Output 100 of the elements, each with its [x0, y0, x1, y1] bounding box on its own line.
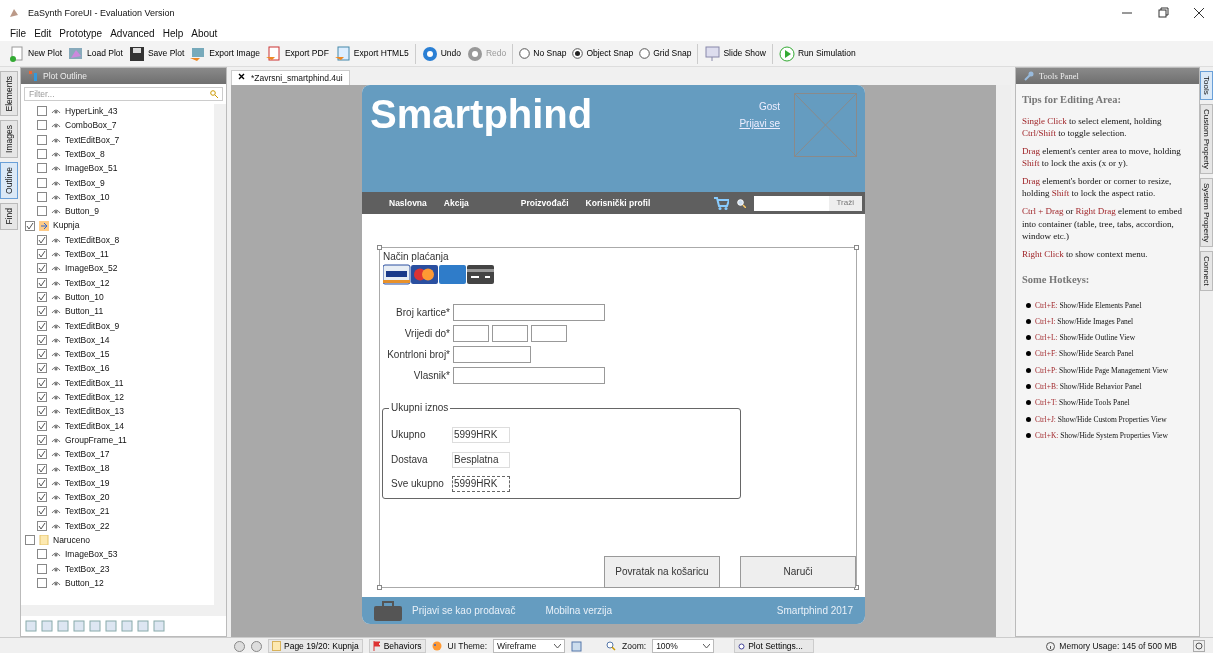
checked-checkbox[interactable] — [37, 334, 47, 345]
search-icon[interactable] — [736, 198, 746, 208]
tree-item[interactable]: TextBox_15 — [65, 349, 110, 360]
tree-item[interactable]: TextBox_23 — [65, 563, 110, 574]
checkbox[interactable] — [37, 191, 47, 202]
tree-item[interactable]: TextBox_12 — [65, 277, 110, 288]
tree-item[interactable]: TextEditBox_8 — [65, 234, 120, 245]
checked-checkbox[interactable] — [37, 392, 47, 403]
mockup-button[interactable]: Naruči — [740, 556, 856, 588]
checkbox[interactable] — [37, 149, 47, 160]
next-icon[interactable] — [251, 640, 262, 652]
side-tab[interactable]: Find — [0, 203, 18, 230]
checkbox[interactable] — [37, 120, 47, 131]
toolbar-button[interactable]: Run Simulation — [775, 45, 859, 62]
nav-link[interactable]: Naslovna — [389, 197, 427, 209]
checkbox[interactable] — [37, 577, 47, 588]
tree-item[interactable]: TextEditBox_9 — [65, 320, 120, 331]
side-tab[interactable]: Images — [0, 120, 18, 159]
checkbox[interactable] — [37, 134, 47, 145]
nav-link[interactable]: Korisnički profil — [585, 197, 651, 209]
toolbar-button[interactable]: Undo — [418, 45, 464, 62]
resize-handle[interactable] — [377, 585, 382, 590]
input-field[interactable] — [531, 325, 567, 342]
tree-item[interactable]: TextBox_20 — [65, 492, 110, 503]
close-icon[interactable] — [238, 72, 245, 80]
checkbox[interactable] — [37, 163, 47, 174]
side-tab[interactable]: System Property — [1200, 177, 1213, 247]
checked-checkbox[interactable] — [37, 349, 47, 360]
checked-checkbox[interactable] — [37, 406, 47, 417]
checkbox[interactable] — [37, 106, 47, 117]
side-tab[interactable]: Connect — [1200, 250, 1213, 291]
side-tab[interactable]: Elements — [0, 71, 18, 117]
tree-item[interactable]: TextEditBox_11 — [65, 377, 124, 388]
tree-item[interactable]: Button_12 — [65, 577, 104, 589]
checked-checkbox[interactable] — [37, 477, 47, 488]
checked-checkbox[interactable] — [37, 449, 47, 460]
tree-item[interactable]: TextEditBox_13 — [65, 406, 125, 417]
side-tab[interactable]: Outline — [0, 162, 18, 200]
tree-item[interactable]: TextBox_14 — [65, 334, 110, 345]
tree-item[interactable]: TextBox_17 — [65, 449, 110, 460]
close-icon[interactable] — [1193, 7, 1205, 19]
checkbox[interactable] — [37, 177, 47, 188]
plot-settings-button[interactable]: Plot Settings... — [734, 639, 815, 653]
toolbar-button[interactable]: New Plot — [6, 45, 65, 62]
maximize-icon[interactable] — [1157, 7, 1169, 19]
checked-checkbox[interactable] — [37, 520, 47, 531]
tree-item[interactable]: TextEditBox_7 — [65, 134, 120, 145]
tool-icon[interactable] — [571, 640, 583, 652]
tree-item[interactable]: Naruceno — [53, 534, 90, 546]
toolbar-button[interactable]: Export PDF — [262, 45, 332, 62]
tree-item[interactable]: GroupFrame_11 — [65, 434, 127, 446]
document-tab[interactable]: *Zavrsni_smartphind.4ui — [231, 69, 350, 85]
tree-item[interactable]: TextBox_19 — [65, 477, 110, 488]
side-tab[interactable]: Custom Property — [1200, 103, 1213, 174]
checked-checkbox[interactable] — [37, 292, 47, 302]
input-field[interactable] — [453, 367, 605, 384]
input-field[interactable] — [492, 325, 528, 342]
tree-item[interactable]: TextBox_21 — [65, 506, 110, 517]
input-field[interactable] — [453, 346, 531, 363]
zoom-dropdown[interactable]: 100% — [652, 639, 715, 653]
tree-item[interactable]: TextEditBox_14 — [65, 420, 125, 431]
theme-dropdown[interactable]: Wireframe — [493, 639, 566, 653]
tree-item[interactable]: ImageBox_51 — [65, 163, 118, 174]
side-tab[interactable]: Tools — [1200, 71, 1213, 100]
nav-link[interactable]: Proizvođači — [520, 197, 569, 209]
checked-checkbox[interactable] — [37, 306, 47, 317]
cart-icon[interactable] — [713, 196, 729, 210]
checked-checkbox[interactable] — [37, 234, 47, 245]
checked-checkbox[interactable] — [25, 220, 35, 231]
mockup-button[interactable]: Povratak na košaricu — [604, 556, 720, 588]
previous-icon[interactable] — [234, 640, 245, 652]
tree-item[interactable]: TextBox_18 — [65, 463, 110, 474]
checked-checkbox[interactable] — [37, 506, 47, 517]
menu-item[interactable]: Prototype — [59, 27, 103, 40]
tree-item[interactable]: TextBox_8 — [65, 148, 105, 160]
toolbar-button[interactable]: Load Plot — [65, 45, 126, 62]
page-button[interactable]: Page 19/20: Kupnja — [268, 639, 363, 653]
checked-checkbox[interactable] — [37, 434, 47, 445]
snap-radio[interactable]: Grid Snap — [636, 48, 695, 59]
checked-checkbox[interactable] — [37, 420, 47, 431]
checkbox[interactable] — [37, 549, 47, 560]
tree-item[interactable]: Kupnja — [53, 220, 80, 231]
tree-item[interactable]: ImageBox_52 — [65, 263, 118, 274]
menu-item[interactable]: Advanced — [110, 27, 155, 40]
horizontal-scrollbar[interactable] — [21, 605, 226, 616]
resize-handle[interactable] — [854, 245, 859, 250]
tree-item[interactable]: TextEditBox_12 — [65, 392, 125, 403]
menu-item[interactable]: About — [191, 27, 218, 40]
tree-item[interactable]: TextBox_16 — [65, 363, 110, 374]
resize-handle[interactable] — [377, 245, 382, 250]
toolbar-button[interactable]: Save Plot — [125, 45, 188, 62]
menu-item[interactable]: Help — [162, 27, 184, 40]
tree-item[interactable]: TextBox_22 — [65, 520, 110, 531]
checked-checkbox[interactable] — [37, 263, 47, 274]
tree-item[interactable]: ComboBox_7 — [65, 120, 117, 131]
tree-item[interactable]: TextBox_9 — [65, 177, 105, 188]
snap-radio[interactable]: Object Snap — [569, 48, 637, 59]
checkbox[interactable] — [37, 563, 47, 574]
checked-checkbox[interactable] — [37, 320, 47, 331]
input-field[interactable] — [453, 304, 605, 321]
